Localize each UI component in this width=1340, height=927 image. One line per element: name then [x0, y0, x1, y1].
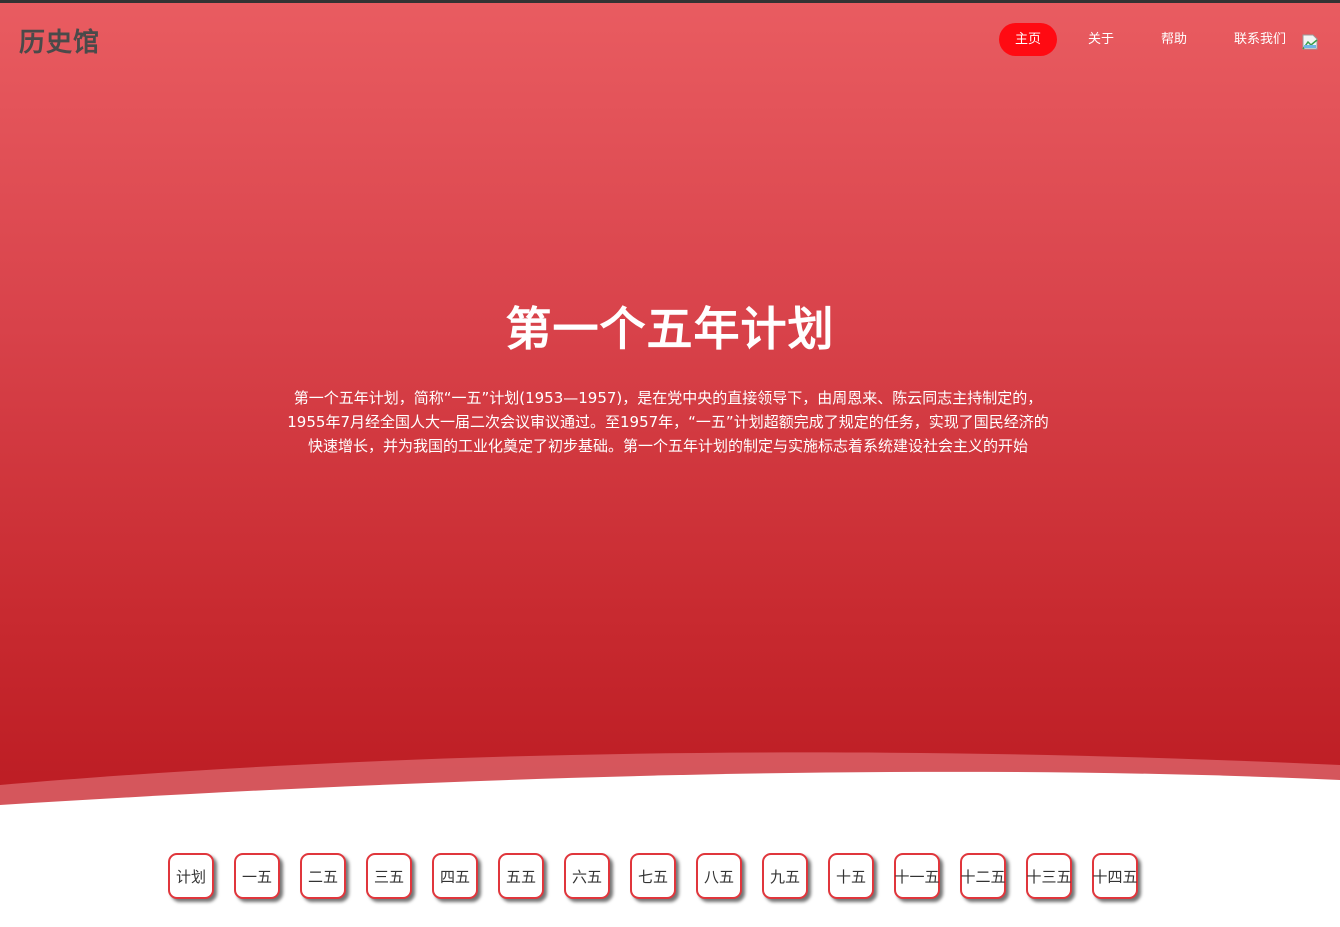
plan-button-5[interactable]: 五五: [498, 853, 544, 899]
plan-button-label: 十三五: [1026, 867, 1072, 886]
plan-button-label: 五五: [505, 867, 536, 886]
plan-button-label: 八五: [703, 867, 734, 886]
plan-button-label: 十二五: [960, 867, 1006, 886]
plan-button-11[interactable]: 十一五: [894, 853, 940, 899]
broken-image-icon[interactable]: [1302, 34, 1318, 50]
plan-button-label: 十五: [835, 867, 866, 886]
plan-button-label: 一五: [241, 867, 272, 886]
plan-button-6[interactable]: 六五: [564, 853, 610, 899]
plan-button-3[interactable]: 三五: [366, 853, 412, 899]
plan-button-label: 二五: [307, 867, 338, 886]
hero-title: 第一个五年计划: [505, 302, 835, 356]
plan-button-7[interactable]: 七五: [630, 853, 676, 899]
site-logo[interactable]: 历史馆: [19, 22, 100, 59]
plan-button-8[interactable]: 八五: [696, 853, 742, 899]
plan-button-label: 计划: [175, 867, 206, 886]
plan-button-12[interactable]: 十二五: [960, 853, 1006, 899]
plan-button-4[interactable]: 四五: [432, 853, 478, 899]
plan-button-1[interactable]: 一五: [234, 853, 280, 899]
plan-button-label: 六五: [571, 867, 602, 886]
plan-button-label: 三五: [373, 867, 404, 886]
plan-button-2[interactable]: 二五: [300, 853, 346, 899]
plan-button-label: 九五: [769, 867, 800, 886]
nav-item-about[interactable]: 关于: [1072, 23, 1130, 56]
page: 历史馆 主页 关于 帮助 联系我们 第一个五年计划 第一个五年计划，简称“一五”…: [0, 0, 1340, 927]
nav-item-home[interactable]: 主页: [998, 23, 1057, 56]
hero-description: 第一个五年计划，简称“一五”计划(1953—1957)，是在党中央的直接领导下，…: [287, 389, 1049, 455]
nav-item-contact[interactable]: 联系我们: [1218, 23, 1302, 56]
plan-button-10[interactable]: 十五: [828, 853, 874, 899]
hero-wave: [0, 752, 1340, 840]
plan-button-row: 计划 一五 二五 三五 四五 五五 六五 七五 八五 九五 十五 十一五 十二五…: [168, 853, 1138, 899]
plan-button-label: 四五: [439, 867, 470, 886]
plan-button-13[interactable]: 十三五: [1026, 853, 1072, 899]
top-strip: [0, 0, 1340, 3]
plan-button-overview[interactable]: 计划: [168, 853, 214, 899]
plan-button-14[interactable]: 十四五: [1092, 853, 1138, 899]
main-nav: 主页 关于 帮助 联系我们: [998, 23, 1318, 56]
plan-button-label: 七五: [637, 867, 668, 886]
plan-button-label: 十一五: [894, 867, 940, 886]
plan-button-9[interactable]: 九五: [762, 853, 808, 899]
nav-item-help[interactable]: 帮助: [1145, 23, 1203, 56]
plan-button-label: 十四五: [1092, 867, 1138, 886]
